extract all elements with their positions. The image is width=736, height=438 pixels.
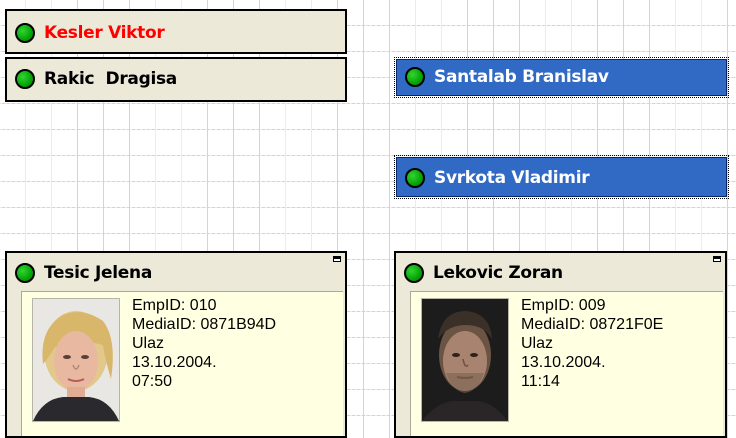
employee-name: Santalab Branislav — [434, 67, 609, 87]
employee-details-panel: EmpID: 010 MediaID: 0871B94D Ulaz 13.10.… — [21, 291, 343, 436]
emp-id: EmpID: 009 — [521, 297, 606, 314]
event-date: 13.10.2004. — [132, 354, 217, 371]
status-dot-icon — [405, 67, 425, 87]
status-dot-icon — [15, 23, 35, 43]
restore-window-icon[interactable] — [333, 256, 341, 262]
media-id: MediaID: 0871B94D — [132, 316, 277, 333]
employee-name: Kesler Viktor — [44, 23, 165, 43]
employee-name: Svrkota Vladimir — [434, 168, 590, 188]
event-date: 13.10.2004. — [521, 354, 606, 371]
employee-card-kesler-viktor[interactable]: Kesler Viktor — [5, 9, 347, 54]
employee-card-svrkota-vladimir[interactable]: Svrkota Vladimir — [394, 155, 729, 199]
employee-details-panel: EmpID: 009 MediaID: 08721F0E Ulaz 13.10.… — [410, 291, 723, 436]
event-time: 07:50 — [132, 373, 173, 390]
status-dot-icon — [15, 69, 35, 89]
restore-window-icon[interactable] — [713, 256, 721, 262]
status-dot-icon — [404, 263, 424, 283]
employee-card-rakic-dragisa[interactable]: Rakic Dragisa — [5, 57, 347, 102]
employee-details-text: EmpID: 009 MediaID: 08721F0E Ulaz 13.10.… — [521, 296, 663, 391]
media-id: MediaID: 08721F0E — [521, 316, 664, 333]
status-dot-icon — [405, 168, 425, 188]
employee-card-tesic-jelena[interactable]: Tesic Jelena EmpID: 010 MediaID: 0871B94… — [5, 251, 347, 438]
employee-name: Lekovic Zoran — [433, 263, 563, 283]
employee-card-lekovic-zoran[interactable]: Lekovic Zoran EmpID: 009 MediaID: 08721F… — [394, 251, 727, 438]
employee-card-santalab-branislav[interactable]: Santalab Branislav — [394, 57, 729, 98]
employee-name: Rakic Dragisa — [44, 69, 177, 89]
employee-photo — [421, 298, 509, 422]
emp-id: EmpID: 010 — [132, 297, 217, 314]
employee-photo — [32, 298, 120, 422]
employee-details-text: EmpID: 010 MediaID: 0871B94D Ulaz 13.10.… — [132, 296, 276, 391]
event-type: Ulaz — [521, 335, 554, 352]
employee-name: Tesic Jelena — [44, 263, 152, 283]
event-type: Ulaz — [132, 335, 165, 352]
event-time: 11:14 — [521, 373, 560, 390]
status-dot-icon — [15, 263, 35, 283]
